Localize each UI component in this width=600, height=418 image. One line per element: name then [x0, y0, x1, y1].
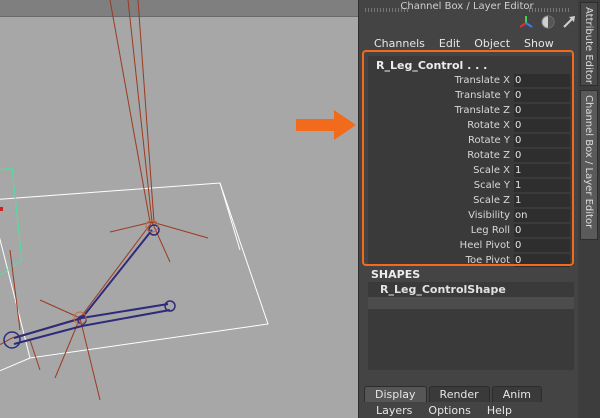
attr-value-field[interactable]: 0 — [514, 134, 570, 147]
menu-edit[interactable]: Edit — [432, 36, 467, 52]
tab-anim[interactable]: Anim — [491, 386, 542, 402]
layer-editor-menubar: Layers Options Help — [368, 404, 520, 418]
channel-box: R_Leg_Control . . . Translate X 0 Transla… — [368, 56, 574, 268]
attr-label: Translate Y — [455, 90, 510, 101]
node-name[interactable]: R_Leg_Control . . . — [376, 59, 487, 72]
attr-row[interactable]: Translate Y 0 — [368, 88, 574, 103]
attr-label: Scale X — [473, 165, 510, 176]
attr-label: Leg Roll — [470, 225, 510, 236]
rig-wireframe — [0, 0, 269, 401]
menu-object[interactable]: Object — [467, 36, 517, 52]
tab-attribute-editor[interactable]: Attribute Editor — [580, 2, 598, 86]
attr-value-field[interactable]: 0 — [514, 239, 570, 252]
panel-grip-right[interactable] — [529, 8, 569, 12]
attr-label: Toe Pivot — [465, 255, 510, 266]
attr-label: Translate Z — [454, 105, 510, 116]
attr-row[interactable]: Translate Z 0 — [368, 103, 574, 118]
attr-row[interactable]: Scale Z 1 — [368, 193, 574, 208]
attr-row[interactable]: Visibility on — [368, 208, 574, 223]
shape-name: R_Leg_ControlShape — [380, 283, 506, 296]
attr-value-field[interactable]: 1 — [514, 179, 570, 192]
tab-attribute-editor-label: Attribute Editor — [583, 7, 594, 84]
attr-row[interactable]: Toe Pivot 0 — [368, 253, 574, 268]
menu-options[interactable]: Options — [420, 404, 478, 418]
attr-row[interactable]: Heel Pivot 0 — [368, 238, 574, 253]
side-tab-strip: Attribute Editor Channel Box / Layer Edi… — [578, 0, 600, 418]
attr-row[interactable]: Leg Roll 0 — [368, 223, 574, 238]
attr-label: Translate X — [454, 75, 510, 86]
menu-show[interactable]: Show — [517, 36, 561, 52]
attr-value-field[interactable]: 0 — [514, 74, 570, 87]
tab-render[interactable]: Render — [428, 386, 490, 402]
attr-row[interactable]: Scale Y 1 — [368, 178, 574, 193]
attr-value-field[interactable]: 0 — [514, 119, 570, 132]
sphere-shading-icon[interactable] — [541, 15, 555, 29]
tab-channel-box-label: Channel Box / Layer Editor — [583, 95, 594, 229]
pick-arrow-icon[interactable] — [562, 15, 576, 29]
attr-label: Rotate Z — [467, 150, 510, 161]
shape-divider — [368, 297, 574, 309]
attr-row[interactable]: Translate X 0 — [368, 73, 574, 88]
attr-label: Rotate X — [467, 120, 510, 131]
menu-help[interactable]: Help — [479, 404, 520, 418]
axis-gizmo-icon[interactable] — [519, 15, 533, 29]
attr-label: Scale Z — [473, 195, 510, 206]
attr-row[interactable]: Rotate X 0 — [368, 118, 574, 133]
pointer-arrow-icon — [296, 110, 356, 140]
attr-value-field[interactable]: 1 — [514, 194, 570, 207]
attr-value-field[interactable]: on — [514, 209, 570, 222]
attr-value-field[interactable]: 0 — [514, 104, 570, 117]
attr-row[interactable]: Rotate Z 0 — [368, 148, 574, 163]
shapes-heading: SHAPES — [371, 268, 421, 281]
attr-value-field[interactable]: 0 — [514, 224, 570, 237]
attr-value-field[interactable]: 1 — [514, 164, 570, 177]
viewport[interactable] — [0, 0, 358, 418]
tab-channel-box-layer-editor[interactable]: Channel Box / Layer Editor — [580, 90, 598, 240]
attr-label: Rotate Y — [467, 135, 510, 146]
channel-box-menubar: Channels Edit Object Show — [367, 36, 561, 52]
attr-value-field[interactable]: 0 — [514, 149, 570, 162]
tab-display[interactable]: Display — [364, 386, 427, 402]
shape-row[interactable]: R_Leg_ControlShape — [368, 282, 574, 297]
menu-layers[interactable]: Layers — [368, 404, 420, 418]
layer-editor-tabs: Display Render Anim — [364, 386, 542, 402]
shapes-area — [368, 309, 574, 370]
menu-channels[interactable]: Channels — [367, 36, 432, 52]
attr-label: Scale Y — [473, 180, 510, 191]
attr-value-field[interactable]: 0 — [514, 254, 570, 267]
attr-row[interactable]: Scale X 1 — [368, 163, 574, 178]
attr-label: Visibility — [468, 210, 510, 221]
attr-row[interactable]: Rotate Y 0 — [368, 133, 574, 148]
attr-value-field[interactable]: 0 — [514, 89, 570, 102]
attr-label: Heel Pivot — [459, 240, 510, 251]
